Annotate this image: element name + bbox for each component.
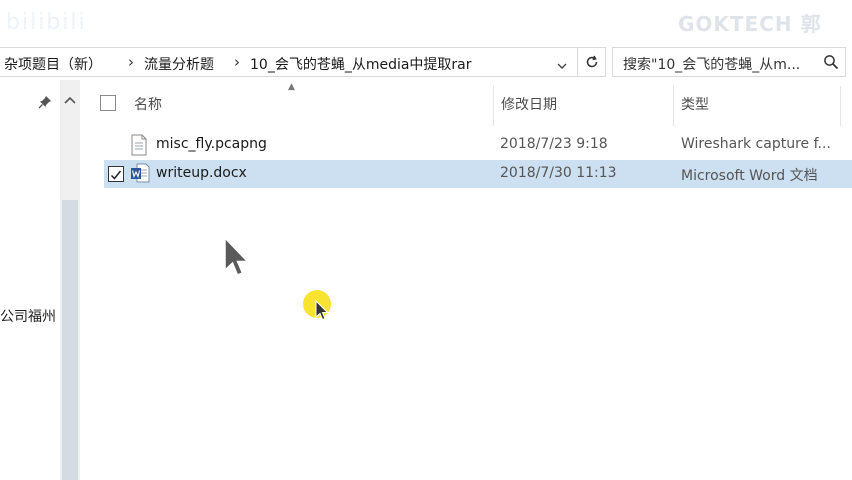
refresh-button[interactable]	[578, 47, 606, 77]
check-icon	[110, 170, 122, 180]
sort-ascending-icon: ▲	[288, 82, 295, 92]
mouse-pointer-icon	[315, 300, 329, 321]
breadcrumb-item[interactable]: 流量分析题	[144, 54, 214, 74]
row-checkbox-checked[interactable]	[108, 166, 124, 182]
breadcrumb-item-current[interactable]: 10_会飞的苍蝇_从media中提取rar	[250, 54, 472, 74]
column-header-name[interactable]: 名称	[134, 94, 162, 114]
column-divider[interactable]	[673, 86, 674, 126]
pcap-file-icon	[130, 134, 148, 160]
file-name: misc_fly.pcapng	[156, 136, 267, 152]
bilibili-watermark: bilibili	[6, 10, 87, 35]
refresh-icon	[586, 55, 597, 68]
file-row[interactable]: misc_fly.pcapng 2018/7/23 9:18 Wireshark…	[104, 131, 852, 159]
mouse-cursor-icon	[224, 236, 250, 276]
column-header-type[interactable]: 类型	[681, 94, 709, 114]
row-checkbox[interactable]	[108, 137, 124, 153]
search-icon[interactable]	[823, 54, 839, 74]
address-bar[interactable]: 杂项题目（新） › 流量分析题 › 10_会飞的苍蝇_从media中提取rar	[0, 47, 578, 77]
column-header-row: ▲ 名称 修改日期 类型	[80, 80, 852, 126]
column-header-date[interactable]: 修改日期	[501, 94, 557, 114]
search-placeholder: 搜索"10_会飞的苍蝇_从m...	[623, 57, 801, 73]
file-modified-date: 2018/7/23 9:18	[500, 136, 608, 152]
breadcrumb-separator[interactable]: ›	[128, 53, 134, 71]
breadcrumb-separator[interactable]: ›	[234, 53, 240, 71]
title-strip: bilibili GOKTECH 郭	[0, 0, 852, 44]
file-type: Wireshark capture f...	[681, 136, 831, 152]
pin-icon[interactable]	[38, 94, 52, 113]
word-file-icon	[130, 163, 150, 187]
navigation-pane: 公司福州	[0, 80, 60, 480]
address-history-dropdown-icon[interactable]	[556, 57, 568, 69]
address-row: 杂项题目（新） › 流量分析题 › 10_会飞的苍蝇_从media中提取rar …	[0, 44, 852, 80]
scroll-up-icon[interactable]	[60, 90, 80, 108]
nav-item-label[interactable]: 公司福州	[0, 306, 56, 326]
goktech-watermark: GOKTECH 郭	[678, 12, 822, 36]
file-list: ▲ 名称 修改日期 类型 misc_fly.pcapng 2018/7/23 9…	[80, 80, 852, 480]
file-name: writeup.docx	[156, 165, 247, 181]
column-divider[interactable]	[840, 86, 841, 126]
file-type: Microsoft Word 文档	[681, 168, 818, 184]
search-input[interactable]: 搜索"10_会飞的苍蝇_从m...	[612, 47, 846, 77]
file-row-selected[interactable]: writeup.docx 2018/7/30 11:13 Microsoft W…	[104, 160, 852, 188]
column-divider[interactable]	[493, 86, 494, 126]
breadcrumb-item[interactable]: 杂项题目（新）	[4, 54, 102, 74]
file-modified-date: 2018/7/30 11:13	[500, 165, 617, 181]
nav-scrollbar[interactable]	[60, 80, 80, 480]
scrollbar-thumb[interactable]	[62, 200, 78, 480]
select-all-checkbox[interactable]	[100, 95, 116, 111]
